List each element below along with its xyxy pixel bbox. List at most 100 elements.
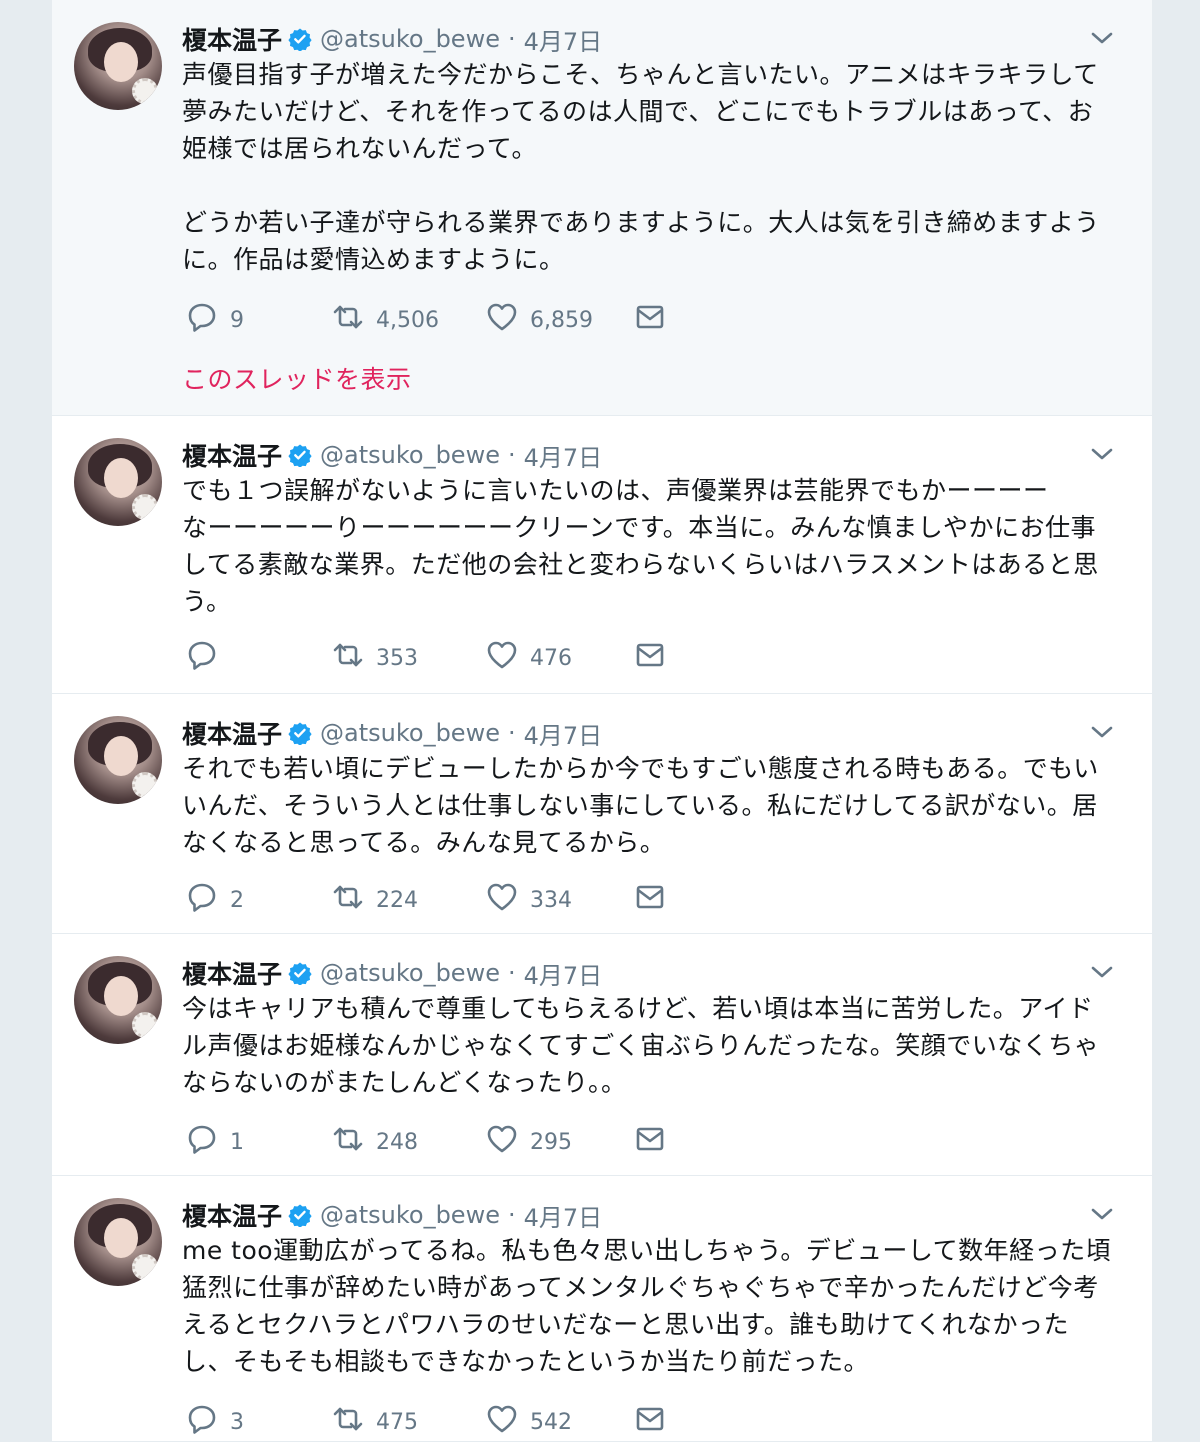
retweet-icon bbox=[332, 1123, 364, 1161]
like-count: 542 bbox=[530, 1409, 572, 1435]
display-name[interactable]: 榎本温子 bbox=[182, 1197, 282, 1233]
chevron-down-icon[interactable] bbox=[1090, 722, 1114, 742]
retweet-button[interactable]: 4,506 bbox=[332, 301, 439, 339]
handle[interactable]: @atsuko_bewe bbox=[320, 25, 500, 53]
handle[interactable]: @atsuko_bewe bbox=[320, 441, 500, 469]
retweet-button[interactable]: 248 bbox=[332, 1123, 418, 1161]
handle[interactable]: @atsuko_bewe bbox=[320, 959, 500, 987]
avatar-flower bbox=[132, 494, 158, 520]
verified-badge-icon bbox=[288, 721, 312, 746]
show-thread-link[interactable]: このスレッドを表示 bbox=[182, 360, 412, 396]
like-button[interactable]: 295 bbox=[486, 1123, 572, 1161]
like-button[interactable]: 542 bbox=[486, 1403, 572, 1441]
reply-button[interactable]: 3 bbox=[186, 1403, 244, 1441]
verified-badge-icon bbox=[288, 961, 312, 986]
handle[interactable]: @atsuko_bewe bbox=[320, 719, 500, 747]
avatar-face bbox=[104, 458, 138, 498]
avatar[interactable] bbox=[74, 716, 162, 804]
heart-icon bbox=[486, 1123, 518, 1161]
avatar-face bbox=[104, 976, 138, 1016]
retweet-count: 248 bbox=[376, 1129, 418, 1155]
direct-message-button[interactable] bbox=[634, 1123, 666, 1161]
retweet-count: 4,506 bbox=[376, 307, 439, 333]
chevron-down-icon[interactable] bbox=[1090, 962, 1114, 982]
tweet-text: それでも若い頃にデビューしたからか今でもすごい態度される時もある。でもい いんだ… bbox=[182, 754, 1099, 857]
like-count: 6,859 bbox=[530, 307, 593, 333]
retweet-button[interactable]: 224 bbox=[332, 881, 418, 919]
tweet-header: 榎本温子 @atsuko_bewe · 4月7日 bbox=[182, 438, 602, 472]
handle[interactable]: @atsuko_bewe bbox=[320, 1201, 500, 1229]
chevron-down-icon[interactable] bbox=[1090, 444, 1114, 464]
retweet-count: 353 bbox=[376, 645, 418, 671]
reply-button[interactable] bbox=[186, 639, 230, 677]
direct-message-button[interactable] bbox=[634, 301, 666, 339]
avatar-flower bbox=[132, 1254, 158, 1280]
retweet-button[interactable]: 475 bbox=[332, 1403, 418, 1441]
retweet-icon bbox=[332, 301, 364, 339]
direct-message-button[interactable] bbox=[634, 639, 666, 677]
retweet-icon bbox=[332, 1403, 364, 1441]
avatar-flower bbox=[132, 78, 158, 104]
tweet[interactable]: 榎本温子 @atsuko_bewe · 4月7日 それでも若い頃にデビューしたか… bbox=[52, 694, 1152, 934]
direct-message-button[interactable] bbox=[634, 1403, 666, 1441]
tweet[interactable]: 榎本温子 @atsuko_bewe · 4月7日 今はキャリアも積んで尊重しても… bbox=[52, 934, 1152, 1176]
separator: · bbox=[507, 719, 516, 747]
tweet-text: でも１つ誤解がないように言いたいのは、声優業界は芸能界でもかーーーー なーーーー… bbox=[182, 476, 1099, 616]
timestamp[interactable]: 4月7日 bbox=[524, 716, 603, 751]
heart-icon bbox=[486, 639, 518, 677]
reply-count: 2 bbox=[230, 887, 244, 913]
timestamp[interactable]: 4月7日 bbox=[524, 438, 603, 473]
like-button[interactable]: 334 bbox=[486, 881, 572, 919]
timeline: 榎本温子 @atsuko_bewe · 4月7日 声優目指す子が増えた今だからこ… bbox=[52, 0, 1152, 1442]
tweet[interactable]: 榎本温子 @atsuko_bewe · 4月7日 声優目指す子が増えた今だからこ… bbox=[52, 0, 1152, 416]
verified-badge-icon bbox=[288, 443, 312, 468]
reply-icon bbox=[186, 881, 218, 919]
avatar[interactable] bbox=[74, 956, 162, 1044]
retweet-icon bbox=[332, 881, 364, 919]
timestamp[interactable]: 4月7日 bbox=[524, 22, 603, 57]
tweet[interactable]: 榎本温子 @atsuko_bewe · 4月7日 でも１つ誤解がないように言いた… bbox=[52, 416, 1152, 694]
avatar[interactable] bbox=[74, 438, 162, 526]
like-count: 295 bbox=[530, 1129, 572, 1155]
like-count: 334 bbox=[530, 887, 572, 913]
reply-button[interactable]: 9 bbox=[186, 301, 244, 339]
avatar-flower bbox=[132, 772, 158, 798]
display-name[interactable]: 榎本温子 bbox=[182, 955, 282, 991]
retweet-count: 224 bbox=[376, 887, 418, 913]
tweet[interactable]: 榎本温子 @atsuko_bewe · 4月7日 me too運動広がってるね。… bbox=[52, 1176, 1152, 1442]
timestamp[interactable]: 4月7日 bbox=[524, 1198, 603, 1233]
chevron-down-icon[interactable] bbox=[1090, 28, 1114, 48]
retweet-icon bbox=[332, 639, 364, 677]
separator: · bbox=[507, 25, 516, 53]
reply-count: 1 bbox=[230, 1129, 244, 1155]
direct-message-button[interactable] bbox=[634, 881, 666, 919]
avatar[interactable] bbox=[74, 1198, 162, 1286]
reply-icon bbox=[186, 301, 218, 339]
tweet-text: 今はキャリアも積んで尊重してもらえるけど、若い頃は本当に苦労した。アイド ル声優… bbox=[182, 994, 1100, 1097]
envelope-icon bbox=[634, 1123, 666, 1161]
separator: · bbox=[507, 441, 516, 469]
retweet-button[interactable]: 353 bbox=[332, 639, 418, 677]
display-name[interactable]: 榎本温子 bbox=[182, 437, 282, 473]
avatar-face bbox=[104, 1218, 138, 1258]
reply-button[interactable]: 2 bbox=[186, 881, 244, 919]
envelope-icon bbox=[634, 1403, 666, 1441]
chevron-down-icon[interactable] bbox=[1090, 1204, 1114, 1224]
separator: · bbox=[507, 1201, 516, 1229]
display-name[interactable]: 榎本温子 bbox=[182, 715, 282, 751]
separator: · bbox=[507, 959, 516, 987]
verified-badge-icon bbox=[288, 1203, 312, 1228]
reply-button[interactable]: 1 bbox=[186, 1123, 244, 1161]
envelope-icon bbox=[634, 301, 666, 339]
display-name[interactable]: 榎本温子 bbox=[182, 21, 282, 57]
like-button[interactable]: 6,859 bbox=[486, 301, 593, 339]
tweet-text: me too運動広がってるね。私も色々思い出しちゃう。デビューして数年経った頃 … bbox=[182, 1236, 1112, 1376]
envelope-icon bbox=[634, 639, 666, 677]
timestamp[interactable]: 4月7日 bbox=[524, 956, 603, 991]
avatar[interactable] bbox=[74, 22, 162, 110]
like-button[interactable]: 476 bbox=[486, 639, 572, 677]
tweet-header: 榎本温子 @atsuko_bewe · 4月7日 bbox=[182, 22, 602, 56]
verified-badge-icon bbox=[288, 27, 312, 52]
reply-count: 9 bbox=[230, 307, 244, 333]
reply-icon bbox=[186, 1403, 218, 1441]
